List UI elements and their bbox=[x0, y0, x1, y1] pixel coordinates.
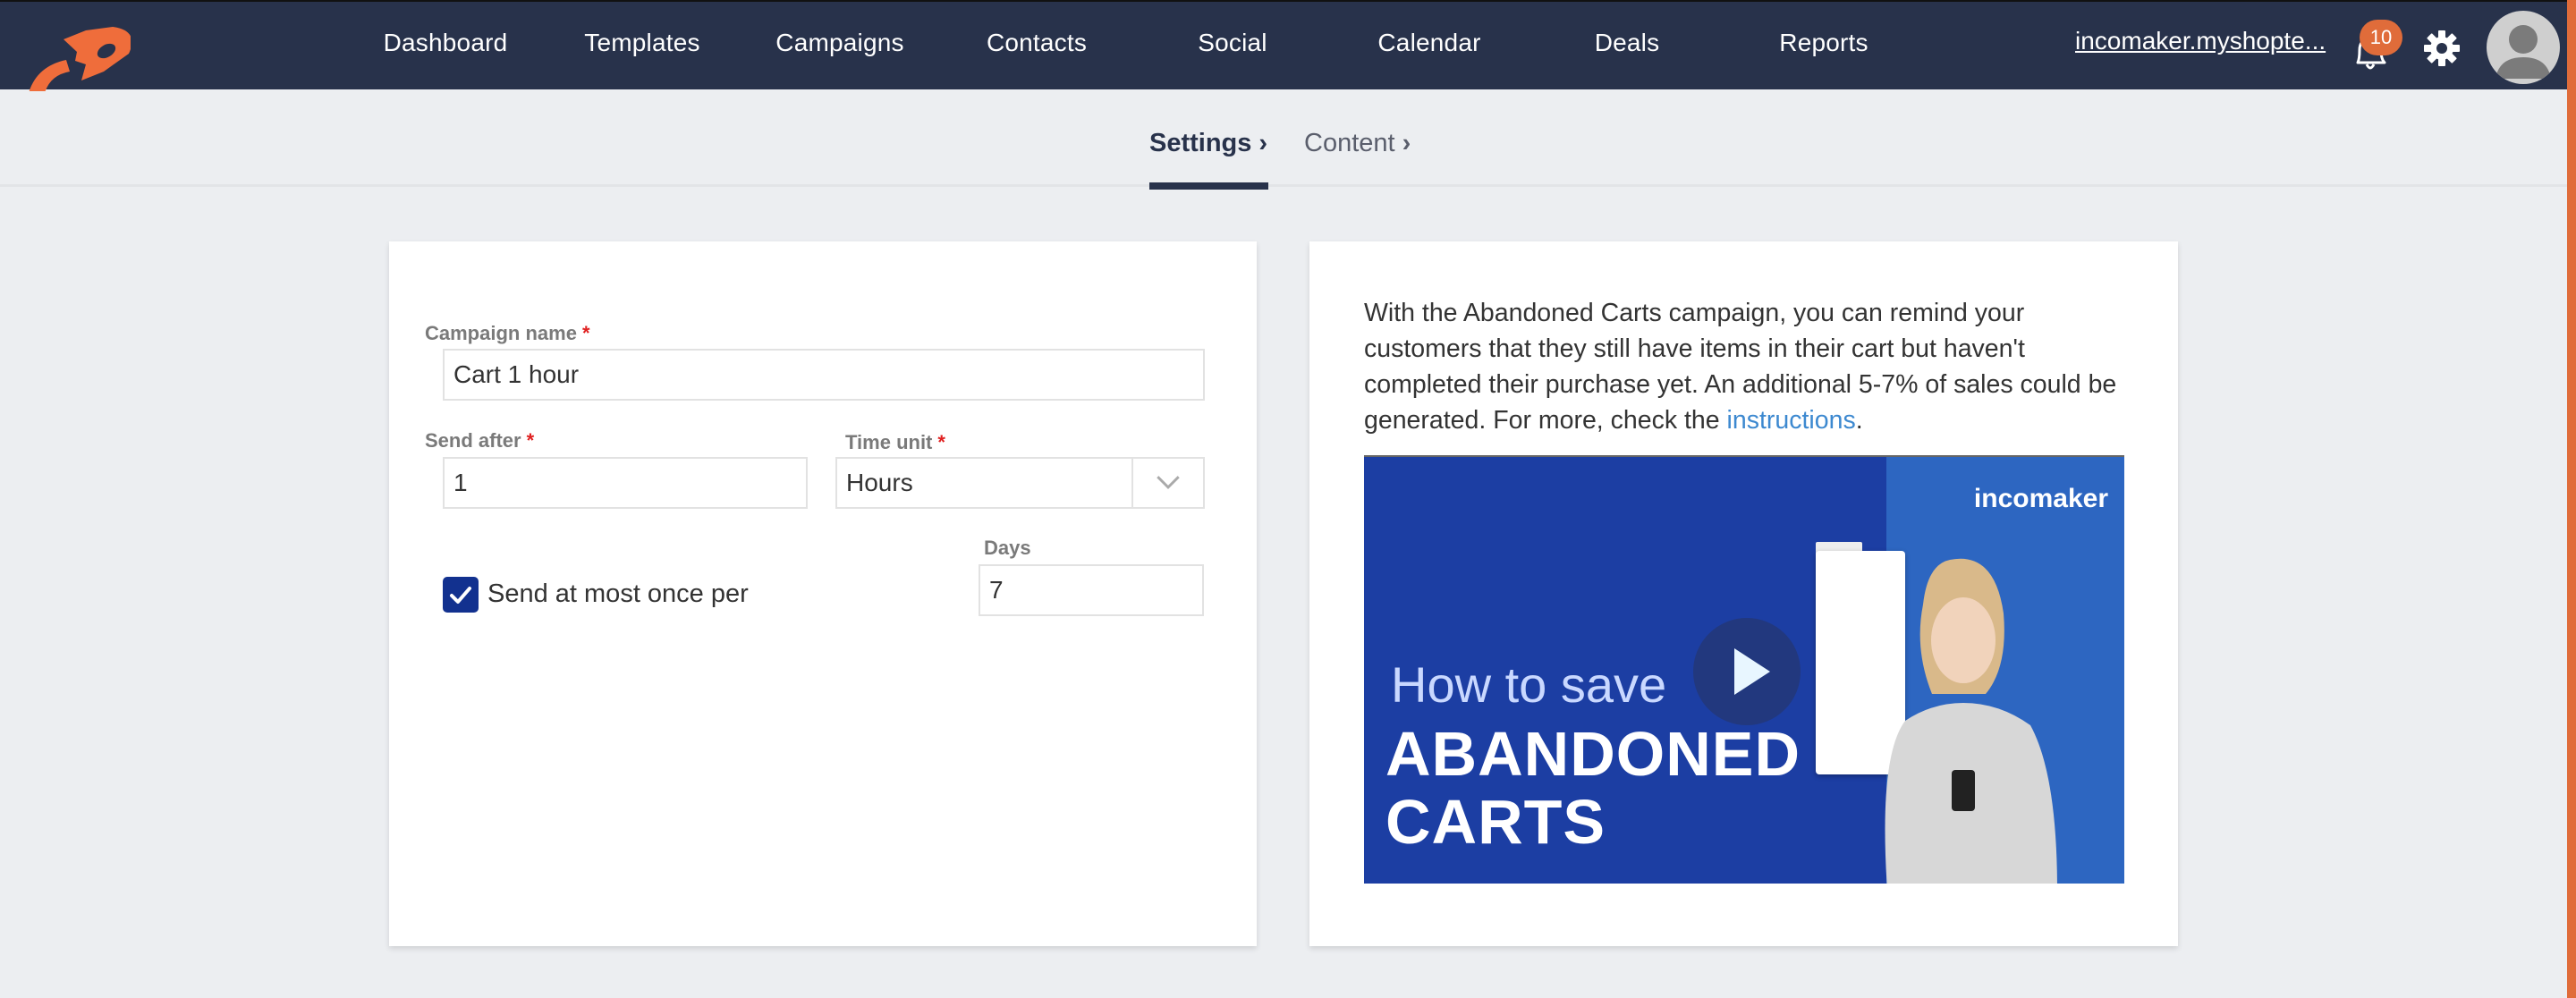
nav-reports[interactable]: Reports bbox=[1779, 29, 1868, 57]
nav-templates[interactable]: Templates bbox=[584, 29, 699, 57]
nav-campaigns[interactable]: Campaigns bbox=[775, 29, 903, 57]
tabs-divider bbox=[0, 184, 2567, 187]
nav-contacts[interactable]: Contacts bbox=[987, 29, 1087, 57]
video-title-line1: How to save bbox=[1391, 656, 1667, 713]
notification-badge[interactable]: 10 bbox=[2360, 20, 2402, 55]
time-unit-label-text: Time unit bbox=[845, 431, 933, 453]
account-link[interactable]: incomaker.myshopte... bbox=[2075, 27, 2326, 55]
tab-content[interactable]: Content › bbox=[1304, 129, 1411, 158]
campaign-name-label-text: Campaign name bbox=[425, 322, 577, 344]
nav-dashboard[interactable]: Dashboard bbox=[384, 29, 508, 57]
required-mark: * bbox=[526, 429, 535, 452]
video-title-line2: ABANDONED bbox=[1385, 719, 1801, 789]
time-unit-label: Time unit * bbox=[845, 431, 945, 454]
video-thumbnail[interactable]: incomaker How to save ABANDONED CARTS bbox=[1364, 455, 2124, 884]
required-mark: * bbox=[581, 322, 590, 344]
video-title-line3: CARTS bbox=[1385, 787, 1606, 857]
campaign-name-label: Campaign name * bbox=[425, 322, 590, 345]
info-card: With the Abandoned Carts campaign, you c… bbox=[1309, 241, 2178, 946]
time-unit-select[interactable]: Hours bbox=[835, 457, 1205, 509]
chevron-right-icon: › bbox=[1258, 129, 1268, 157]
top-navbar: Dashboard Templates Campaigns Contacts S… bbox=[0, 0, 2576, 91]
required-mark: * bbox=[937, 431, 945, 453]
send-after-input[interactable]: 1 bbox=[443, 457, 808, 509]
days-input[interactable]: 7 bbox=[979, 564, 1204, 616]
chevron-right-icon: › bbox=[1402, 129, 1411, 157]
instructions-link[interactable]: instructions bbox=[1727, 406, 1856, 435]
video-brand-logo: incomaker bbox=[1973, 484, 2108, 513]
settings-card: Campaign name * Cart 1 hour Send after * 1… bbox=[389, 241, 1257, 946]
gear-icon[interactable] bbox=[2422, 29, 2462, 68]
nav-social[interactable]: Social bbox=[1198, 29, 1267, 57]
send-once-label[interactable]: Send at most once per bbox=[487, 579, 749, 609]
woman-with-phone-illustration bbox=[1885, 558, 2057, 884]
play-icon[interactable] bbox=[1693, 618, 1801, 725]
checkmark-icon bbox=[450, 587, 471, 604]
send-after-label: Send after * bbox=[425, 429, 534, 452]
campaign-name-input[interactable]: Cart 1 hour bbox=[443, 349, 1205, 401]
days-label: Days bbox=[984, 537, 1031, 559]
chevron-down-icon[interactable] bbox=[1131, 459, 1203, 507]
nav-calendar[interactable]: Calendar bbox=[1377, 29, 1480, 57]
send-after-label-text: Send after bbox=[425, 429, 521, 452]
user-avatar-icon[interactable] bbox=[2487, 11, 2560, 84]
tab-content-label: Content bbox=[1304, 129, 1395, 157]
tab-settings-label: Settings bbox=[1149, 129, 1252, 157]
tab-settings[interactable]: Settings › bbox=[1149, 129, 1267, 158]
time-unit-value: Hours bbox=[846, 469, 913, 496]
description-end: . bbox=[1855, 406, 1863, 435]
campaign-description: With the Abandoned Carts campaign, you c… bbox=[1364, 295, 2133, 438]
nav-deals[interactable]: Deals bbox=[1595, 29, 1660, 57]
right-edge-bar bbox=[2567, 0, 2576, 998]
active-tab-indicator bbox=[1149, 182, 1268, 190]
rocket-logo-icon[interactable] bbox=[14, 20, 131, 91]
send-once-checkbox[interactable] bbox=[443, 577, 479, 613]
